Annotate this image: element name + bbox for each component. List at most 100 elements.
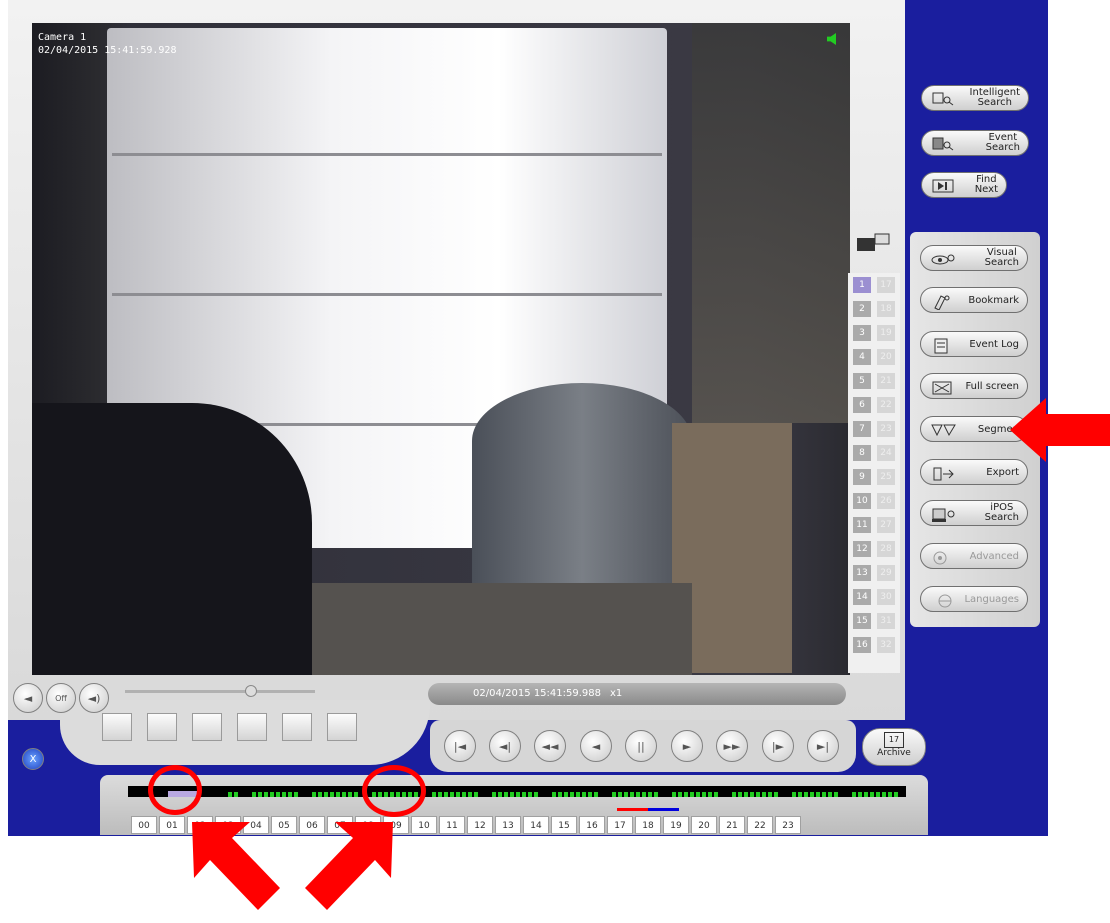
hour-19[interactable]: 19: [663, 816, 689, 834]
recording-segment: [858, 792, 862, 797]
camera-channel-9[interactable]: 9: [853, 469, 871, 485]
camera-channel-1[interactable]: 1: [853, 277, 871, 293]
hour-23[interactable]: 23: [775, 816, 801, 834]
camera-channel-4[interactable]: 4: [853, 349, 871, 365]
hour-16[interactable]: 16: [579, 816, 605, 834]
volume-slider[interactable]: [125, 690, 315, 693]
layout-4x4-button[interactable]: [237, 713, 267, 741]
intelligent-search-button[interactable]: Intelligent Search: [921, 85, 1029, 111]
camera-channel-11[interactable]: 11: [853, 517, 871, 533]
visual-search-button[interactable]: Visual Search: [920, 245, 1028, 271]
recording-segment: [504, 792, 508, 797]
camera-channel-24[interactable]: 24: [877, 445, 895, 461]
hour-18[interactable]: 18: [635, 816, 661, 834]
fast-rewind-button[interactable]: ◄◄: [534, 730, 566, 762]
pause-button[interactable]: ||: [625, 730, 657, 762]
recording-segment: [510, 792, 514, 797]
recording-segment: [522, 792, 526, 797]
recording-segment: [816, 792, 820, 797]
camera-channel-32[interactable]: 32: [877, 637, 895, 653]
full-screen-button[interactable]: Full screen: [920, 373, 1028, 399]
skip-to-start-button[interactable]: |◄: [444, 730, 476, 762]
close-x-button[interactable]: X: [22, 748, 44, 770]
hour-20[interactable]: 20: [691, 816, 717, 834]
recording-segment: [624, 792, 628, 797]
camera-channel-25[interactable]: 25: [877, 469, 895, 485]
event-log-icon: [931, 338, 949, 354]
layout-1plus5-button[interactable]: [282, 713, 312, 741]
camera-channel-28[interactable]: 28: [877, 541, 895, 557]
camera-channel-12[interactable]: 12: [853, 541, 871, 557]
hour-14[interactable]: 14: [523, 816, 549, 834]
camera-channel-10[interactable]: 10: [853, 493, 871, 509]
camera-channel-31[interactable]: 31: [877, 613, 895, 629]
archive-button[interactable]: 17 Archive: [862, 728, 926, 766]
camera-channel-15[interactable]: 15: [853, 613, 871, 629]
recording-segment: [834, 792, 838, 797]
layout-2x2-button[interactable]: [147, 713, 177, 741]
hour-12[interactable]: 12: [467, 816, 493, 834]
bookmark-button[interactable]: Bookmark: [920, 287, 1028, 313]
volume-off-label: Off: [55, 693, 67, 703]
camera-channel-3[interactable]: 3: [853, 325, 871, 341]
camera-channel-29[interactable]: 29: [877, 565, 895, 581]
camera-channel-27[interactable]: 27: [877, 517, 895, 533]
ipos-search-button[interactable]: iPOS Search: [920, 500, 1028, 526]
hour-22[interactable]: 22: [747, 816, 773, 834]
hour-13[interactable]: 13: [495, 816, 521, 834]
camera-channel-20[interactable]: 20: [877, 349, 895, 365]
hour-21[interactable]: 21: [719, 816, 745, 834]
recording-segment: [468, 792, 472, 797]
camera-channel-18[interactable]: 18: [877, 301, 895, 317]
find-next-button[interactable]: Find Next: [921, 172, 1007, 198]
event-log-button[interactable]: Event Log: [920, 331, 1028, 357]
camera-channel-14[interactable]: 14: [853, 589, 871, 605]
layout-3x3-button[interactable]: [192, 713, 222, 741]
step-back-button[interactable]: ◄|: [489, 730, 521, 762]
play-button[interactable]: ►: [671, 730, 703, 762]
full-screen-label: Full screen: [965, 380, 1019, 392]
recording-segment: [258, 792, 262, 797]
languages-button[interactable]: Languages: [920, 586, 1028, 612]
hour-17[interactable]: 17: [607, 816, 633, 834]
camera-channel-22[interactable]: 22: [877, 397, 895, 413]
volume-off-button[interactable]: Off: [46, 683, 76, 713]
skip-to-end-button[interactable]: ►|: [807, 730, 839, 762]
recording-segment: [456, 792, 460, 797]
layout-1plus7-button[interactable]: [327, 713, 357, 741]
recording-timeline-bar[interactable]: [128, 786, 906, 797]
camera-channel-30[interactable]: 30: [877, 589, 895, 605]
step-forward-button[interactable]: |►: [762, 730, 794, 762]
camera-channel-17[interactable]: 17: [877, 277, 895, 293]
previous-camera-button[interactable]: ◄: [13, 683, 43, 713]
hour-11[interactable]: 11: [439, 816, 465, 834]
recording-segment: [756, 792, 760, 797]
recording-segment: [822, 792, 826, 797]
camera-channel-2[interactable]: 2: [853, 301, 871, 317]
volume-slider-handle[interactable]: [245, 685, 257, 697]
find-next-label-2: Next: [974, 184, 998, 195]
event-search-button[interactable]: Event Search: [921, 130, 1029, 156]
fast-forward-button[interactable]: ►►: [716, 730, 748, 762]
play-reverse-button[interactable]: ◄: [580, 730, 612, 762]
camera-channel-13[interactable]: 13: [853, 565, 871, 581]
hour-10[interactable]: 10: [411, 816, 437, 834]
advanced-button[interactable]: Advanced: [920, 543, 1028, 569]
camera-channel-19[interactable]: 19: [877, 325, 895, 341]
camera-channel-23[interactable]: 23: [877, 421, 895, 437]
camera-channel-5[interactable]: 5: [853, 373, 871, 389]
camera-channel-8[interactable]: 8: [853, 445, 871, 461]
camera-channel-7[interactable]: 7: [853, 421, 871, 437]
speaker-button[interactable]: ◄): [79, 683, 109, 713]
hour-15[interactable]: 15: [551, 816, 577, 834]
export-button[interactable]: Export: [920, 459, 1028, 485]
camera-channel-26[interactable]: 26: [877, 493, 895, 509]
camera-channel-16[interactable]: 16: [853, 637, 871, 653]
recording-segment: [336, 792, 340, 797]
hour-00[interactable]: 00: [131, 816, 157, 834]
visual-search-label-2: Search: [984, 257, 1019, 268]
layout-1x1-button[interactable]: [102, 713, 132, 741]
camera-video[interactable]: Camera 1 02/04/2015 15:41:59.928: [32, 23, 850, 675]
camera-channel-21[interactable]: 21: [877, 373, 895, 389]
camera-channel-6[interactable]: 6: [853, 397, 871, 413]
